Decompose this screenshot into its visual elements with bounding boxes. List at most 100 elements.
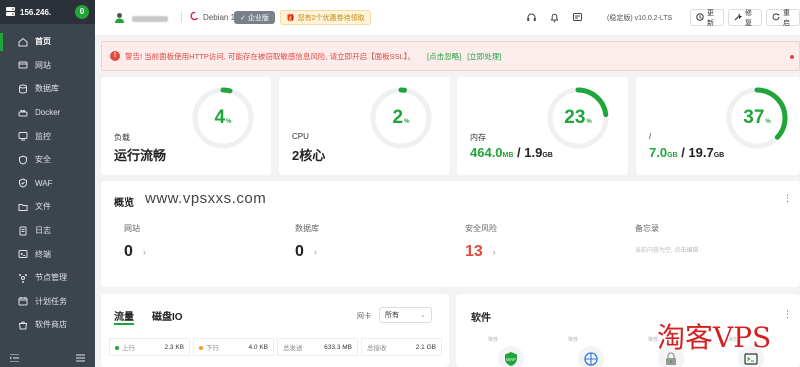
overview-card: 概览 www.vpsxxs.com ⋮ 网站 0 › 数据库 0 › 安全风险 13…: [101, 181, 800, 287]
waf-icon: [18, 178, 28, 188]
headset-icon[interactable]: [525, 11, 537, 23]
fix-now-link[interactable]: [立即处理]: [467, 51, 501, 62]
cpu-cores: 2核心: [292, 148, 326, 163]
memory-used: 464.0: [470, 145, 503, 160]
waf-icon: WAF: [498, 346, 524, 367]
warning-text: 警告! 当前面板使用HTTP访问, 可能存在被窃取敏感信息风险, 请立即开启【面…: [125, 51, 416, 61]
user-avatar-icon: [113, 11, 126, 26]
watermark: 淘客VPS: [657, 321, 772, 354]
ssl-warning-banner: ! 警告! 当前面板使用HTTP访问, 可能存在被窃取敏感信息风险, 请立即开启…: [101, 41, 800, 71]
upload-stat: 上行 2.3 KB: [109, 338, 190, 356]
sidebar-item-waf[interactable]: WAF: [0, 172, 95, 196]
debian-icon: [189, 11, 199, 23]
overview-memo[interactable]: 备忘录 当前内容为空, 点击编辑: [635, 223, 698, 254]
more-icon[interactable]: ⋮: [783, 193, 792, 204]
cpu-label: CPU: [292, 132, 309, 141]
overview-databases[interactable]: 数据库 0 ›: [295, 223, 319, 261]
bell-icon[interactable]: [548, 11, 560, 23]
sidebar-item-home[interactable]: 首页: [0, 30, 95, 54]
gift-icon: 🎁: [286, 14, 295, 22]
sidebar-item-label: Docker: [35, 108, 61, 118]
tab-traffic[interactable]: 流量: [114, 308, 134, 325]
total-received-stat: 总接收 2.1 GB: [361, 338, 442, 356]
databases-count: 0: [295, 243, 304, 260]
overview-risk[interactable]: 安全风险 13 ›: [465, 223, 497, 261]
top-actions: 更新 修复 重启: [690, 9, 800, 27]
restart-button[interactable]: 重启: [766, 9, 800, 27]
load-status: 运行流畅: [114, 148, 167, 163]
edition-badge[interactable]: ✓ 企业版: [234, 11, 275, 24]
terminal-icon: [18, 249, 28, 259]
memory-total: 1.9: [524, 145, 543, 160]
update-label: 更新: [707, 9, 714, 27]
notification-badge[interactable]: 0: [75, 5, 89, 19]
server-header[interactable]: 156.246. 0: [0, 0, 95, 24]
coupon-promo[interactable]: 🎁 您有2个优惠券待领取: [280, 10, 371, 25]
message-icon[interactable]: [571, 11, 583, 23]
cpu-card[interactable]: 2% CPU 2核心: [279, 77, 450, 175]
risk-label: 安全风险: [465, 224, 497, 233]
sidebar-item-monitor[interactable]: 监控: [0, 124, 95, 148]
user-info[interactable]: [113, 11, 168, 26]
sidebar-item-label: 节点管理: [35, 273, 67, 283]
sidebar-item-node[interactable]: 节点管理: [0, 266, 95, 290]
sidebar-item-label: 监控: [35, 131, 51, 141]
tab-disk-io[interactable]: 磁盘IO: [152, 308, 183, 323]
sidebar-item-calendar[interactable]: 计划任务: [0, 290, 95, 314]
memo-text[interactable]: 当前内容为空, 点击编辑: [635, 245, 698, 254]
memory-usage: 464.0MB / 1.9GB: [470, 145, 553, 160]
ignore-link[interactable]: [点击忽略]: [427, 51, 461, 62]
warning-dot: [790, 55, 794, 59]
sidebar-item-store[interactable]: 软件商店: [0, 313, 95, 337]
software-item-waf[interactable]: 推荐 WAF: [486, 336, 536, 367]
load-card[interactable]: 4% 负载 运行流畅: [101, 77, 271, 175]
sidebar-item-shield[interactable]: 安全: [0, 148, 95, 172]
sidebar-footer: [0, 351, 95, 367]
sidebar-item-label: 文件: [35, 202, 51, 212]
disk-card[interactable]: 37% / 7.0GB / 19.7GB: [636, 77, 800, 175]
software-item-network[interactable]: 推荐: [566, 336, 616, 367]
overview-sites[interactable]: 网站 0 ›: [124, 223, 146, 261]
coupon-text: 您有2个优惠券待领取: [297, 14, 365, 22]
memo-label: 备忘录: [635, 224, 659, 233]
chevron-right-icon: ›: [492, 247, 496, 257]
edition-icon: ✓: [240, 14, 246, 22]
version-label[interactable]: (稳定版) v10.0.2-LTS: [607, 13, 672, 23]
memory-label: 内存: [470, 133, 486, 142]
load-gauge: 4%: [191, 86, 255, 150]
chevron-right-icon: ›: [142, 247, 146, 257]
disk-gauge: 37%: [725, 86, 789, 150]
wrench-icon: [734, 13, 743, 23]
calendar-icon: [18, 296, 28, 306]
total-sent-stat: 总发送 633.3 MB: [277, 338, 358, 356]
load-percent: 4: [214, 107, 226, 128]
sites-label: 网站: [124, 224, 140, 233]
log-icon: [18, 226, 28, 236]
load-label: 负载: [114, 133, 130, 142]
sidebar-item-terminal[interactable]: 终端: [0, 242, 95, 266]
menu-icon[interactable]: [76, 354, 85, 364]
collapse-icon[interactable]: [10, 353, 19, 364]
traffic-stats: 上行 2.3 KB 下行 4.0 KB 总发送 633.3 MB 总接收 2.1…: [109, 338, 442, 356]
sidebar-item-log[interactable]: 日志: [0, 219, 95, 243]
edition-label: 企业版: [247, 14, 269, 22]
disk-percent: 37: [743, 107, 765, 128]
site-domain: www.vpsxxs.com: [145, 190, 267, 207]
update-button[interactable]: 更新: [690, 9, 724, 27]
sidebar-nav: 首页网站 数据库 Docker 监控安全 WAF 文件日志 终端节点管理计划任务 软件商店: [0, 30, 95, 337]
sidebar-item-globe[interactable]: 网站: [0, 54, 95, 78]
store-icon: [18, 320, 28, 330]
restart-label: 重启: [783, 9, 790, 27]
download-stat: 下行 4.0 KB: [193, 338, 274, 356]
globe-icon: [18, 60, 28, 70]
sidebar-item-database[interactable]: 数据库: [0, 77, 95, 101]
sidebar-item-folder[interactable]: 文件: [0, 195, 95, 219]
disk-used: 7.0: [649, 145, 668, 160]
memory-percent: 23: [564, 107, 586, 128]
repair-button[interactable]: 修复: [728, 9, 762, 27]
more-icon[interactable]: ⋮: [783, 309, 792, 320]
sidebar-item-docker[interactable]: Docker: [0, 101, 95, 125]
memory-card[interactable]: 23% 内存 464.0MB / 1.9GB: [457, 77, 628, 175]
nic-select[interactable]: 所有 ⌄: [379, 307, 432, 323]
sidebar-item-label: 首页: [35, 37, 51, 47]
